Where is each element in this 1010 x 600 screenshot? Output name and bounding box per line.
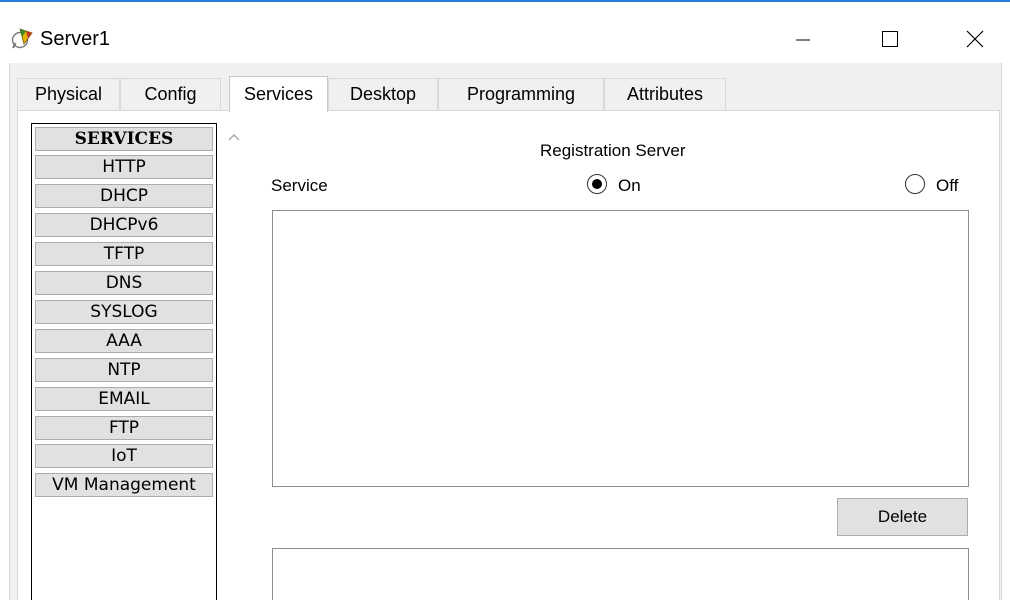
- tab-programming[interactable]: Programming: [438, 78, 604, 110]
- tab-physical[interactable]: Physical: [17, 78, 120, 110]
- scroll-up-button[interactable]: [223, 126, 245, 148]
- minimize-button[interactable]: [780, 16, 826, 62]
- service-item-ftp[interactable]: FTP: [35, 416, 213, 440]
- service-item-email[interactable]: EMAIL: [35, 387, 213, 411]
- service-off-label[interactable]: Off: [936, 176, 958, 196]
- registration-list-area[interactable]: [272, 210, 969, 487]
- services-list[interactable]: SERVICES HTTP DHCP DHCPv6 TFTP DNS SYSLO…: [31, 123, 217, 600]
- minimize-icon: [796, 39, 810, 41]
- service-item-ntp[interactable]: NTP: [35, 358, 213, 382]
- tab-attributes[interactable]: Attributes: [604, 78, 726, 110]
- service-label: Service: [271, 176, 328, 195]
- service-on-radio[interactable]: [587, 174, 607, 194]
- server-app-icon: [11, 28, 33, 49]
- radio-selected-dot: [592, 179, 602, 189]
- service-item-iot[interactable]: IoT: [35, 444, 213, 468]
- service-off-radio[interactable]: [905, 174, 925, 194]
- services-list-header: SERVICES: [35, 127, 213, 151]
- service-item-dhcpv6[interactable]: DHCPv6: [35, 213, 213, 237]
- chevron-up-icon: [228, 134, 240, 141]
- tab-desktop[interactable]: Desktop: [328, 78, 438, 110]
- service-item-http[interactable]: HTTP: [35, 155, 213, 179]
- maximize-button[interactable]: [867, 16, 913, 62]
- service-item-dhcp[interactable]: DHCP: [35, 184, 213, 208]
- registration-detail-area[interactable]: [272, 548, 969, 600]
- maximize-icon: [882, 31, 898, 47]
- service-item-vm-management[interactable]: VM Management: [35, 473, 213, 497]
- close-button[interactable]: [952, 16, 998, 62]
- delete-button[interactable]: Delete: [837, 498, 968, 536]
- service-item-syslog[interactable]: SYSLOG: [35, 300, 213, 324]
- service-item-aaa[interactable]: AAA: [35, 329, 213, 353]
- tab-config[interactable]: Config: [120, 78, 221, 110]
- service-on-label[interactable]: On: [618, 176, 641, 196]
- tab-services[interactable]: Services: [229, 76, 328, 112]
- title-bar[interactable]: Server1: [0, 2, 1010, 60]
- service-item-tftp[interactable]: TFTP: [35, 242, 213, 266]
- panel-title: Registration Server: [540, 141, 686, 160]
- service-item-dns[interactable]: DNS: [35, 271, 213, 295]
- close-icon: [966, 30, 984, 48]
- window-title: Server1: [40, 28, 111, 50]
